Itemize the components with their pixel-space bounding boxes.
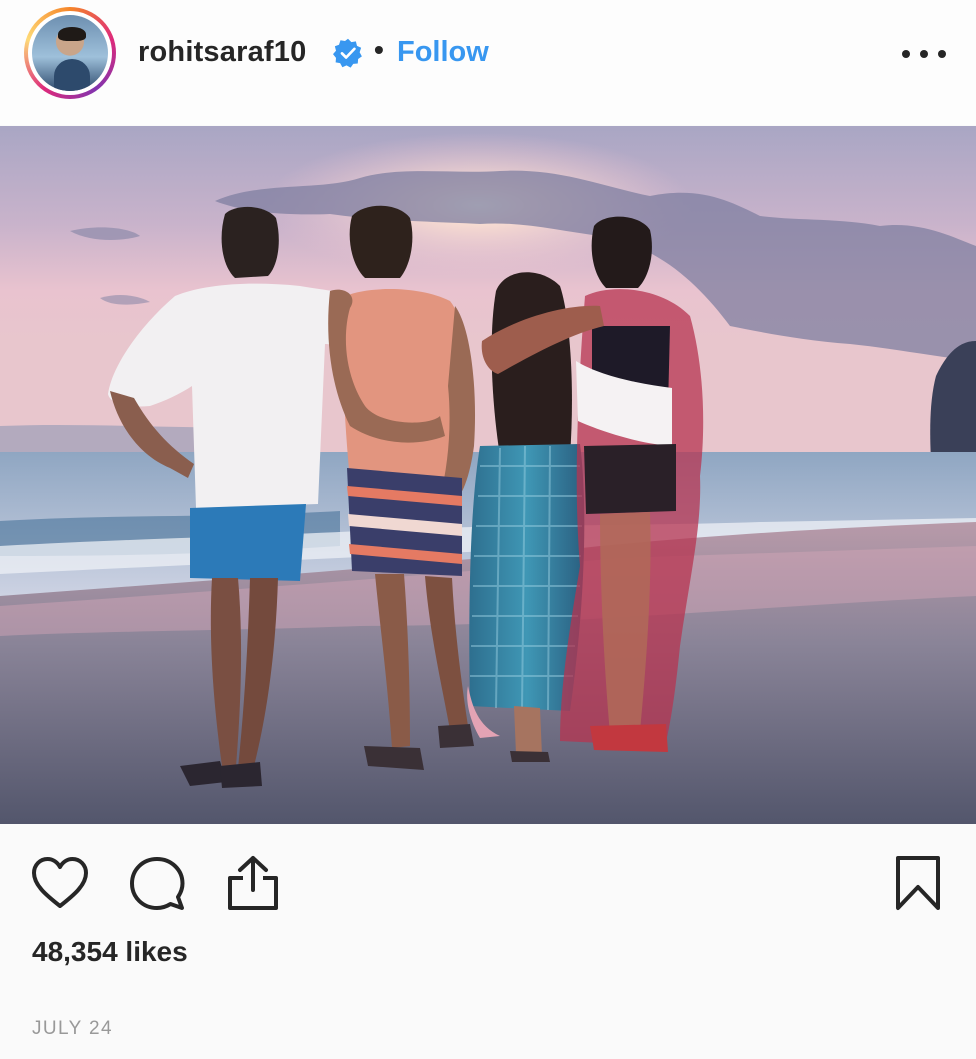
beach-sunset-image [0,126,976,824]
post-date[interactable]: JULY 24 [32,1018,113,1040]
verified-badge-icon [333,38,362,68]
username-link[interactable]: rohitsaraf10 [138,36,306,69]
post-actions: 48,354 likes JULY 24 [0,824,976,1059]
follow-button[interactable]: Follow [397,36,489,69]
heart-icon[interactable] [31,856,89,910]
comment-icon[interactable] [129,856,185,912]
separator-dot: • [374,34,384,65]
story-ring[interactable] [24,7,116,99]
share-icon[interactable] [226,854,280,912]
likes-count[interactable]: 48,354 likes [32,936,188,968]
avatar[interactable] [32,15,108,91]
instagram-post: rohitsaraf10 • Follow 48,354 likes JULY … [0,0,976,1059]
post-header: rohitsaraf10 • Follow [0,0,976,125]
bookmark-icon[interactable] [894,854,942,912]
more-options-icon[interactable] [902,36,946,72]
post-photo[interactable] [0,126,976,824]
